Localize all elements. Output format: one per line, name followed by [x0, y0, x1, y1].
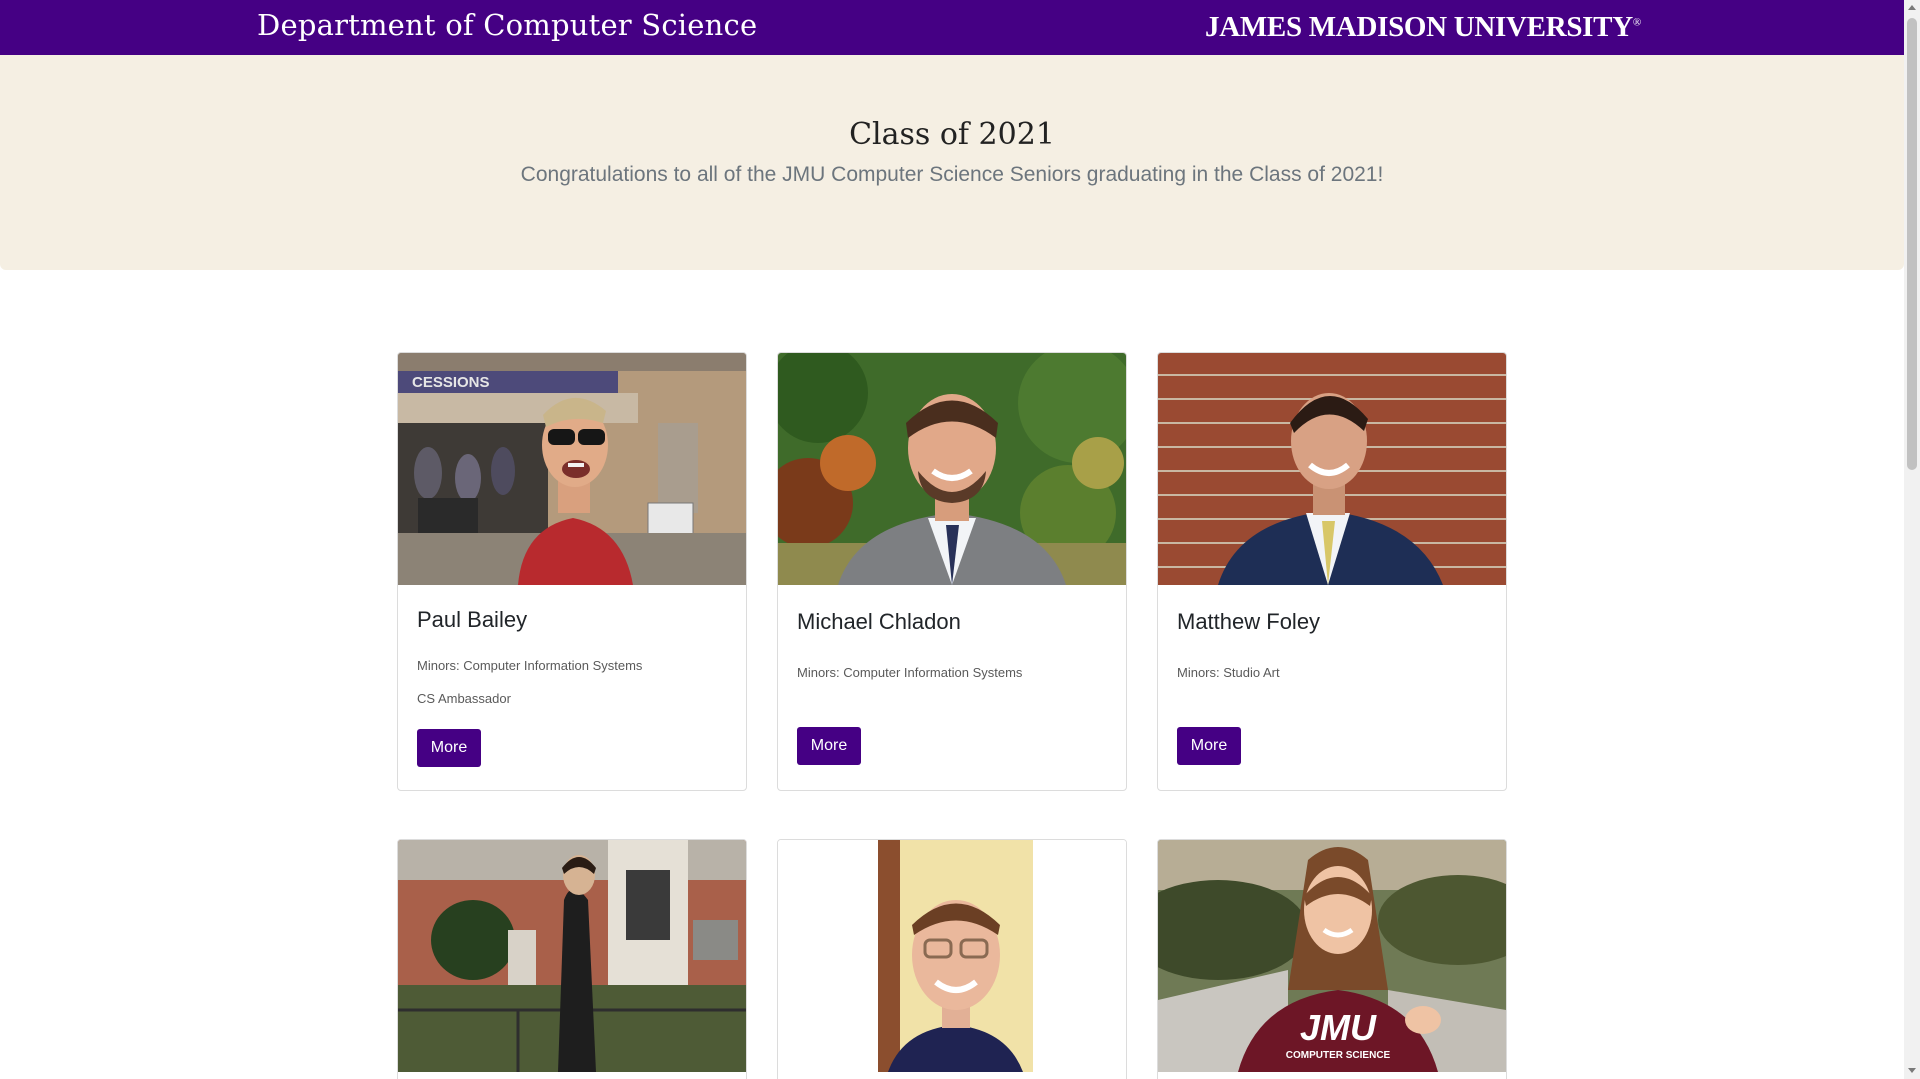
scrollbar-thumb[interactable]: [1907, 18, 1917, 470]
student-card: CESSIONS Paul Bailey Minors: Computer In…: [397, 352, 747, 791]
page-subtitle: Congratulations to all of the JMU Comput…: [520, 163, 1384, 186]
student-photo: JMU COMPUTER SCIENCE: [1158, 840, 1506, 1072]
svg-text:COMPUTER SCIENCE: COMPUTER SCIENCE: [1286, 1050, 1391, 1061]
student-card: Matthew Foley Minors: Studio Art More: [1157, 352, 1507, 791]
student-name: Matthew Foley: [1177, 609, 1321, 634]
student-photo: CESSIONS: [398, 353, 746, 585]
top-header-bar: Department of Computer Science JAMES MAD…: [0, 0, 1904, 55]
student-role: CS Ambassador: [417, 691, 511, 706]
student-name: Paul Bailey: [417, 607, 528, 632]
svg-text:JMU: JMU: [1300, 1007, 1377, 1048]
student-photo: [1158, 353, 1506, 585]
registered-mark: ®: [1632, 16, 1641, 29]
page-scrollbar[interactable]: [1904, 0, 1920, 1079]
page-title: Class of 2021: [849, 117, 1055, 152]
student-minors: Minors: Computer Information Systems: [797, 665, 1023, 680]
student-name: Michael Chladon: [797, 609, 961, 634]
jmu-logo[interactable]: JAMES MADISON UNIVERSITY®: [1205, 11, 1641, 44]
student-minors: Minors: Computer Information Systems: [417, 658, 643, 673]
jmu-logo-text: JAMES MADISON UNIVERSITY: [1205, 11, 1633, 43]
scroll-up-arrow-icon[interactable]: [1908, 5, 1916, 10]
svg-text:CESSIONS: CESSIONS: [412, 374, 490, 391]
student-photo: [778, 840, 1126, 1072]
student-card: JMU COMPUTER SCIENCE: [1157, 839, 1507, 1079]
hero-banner: Class of 2021 Congratulations to all of …: [0, 55, 1904, 270]
student-card: [397, 839, 747, 1079]
student-photo: [398, 840, 746, 1072]
student-card: Michael Chladon Minors: Computer Informa…: [777, 352, 1127, 791]
department-title[interactable]: Department of Computer Science: [257, 8, 757, 42]
student-photo: [778, 353, 1126, 585]
student-card: [777, 839, 1127, 1079]
scroll-down-arrow-icon[interactable]: [1908, 1068, 1916, 1073]
more-button[interactable]: More: [797, 727, 861, 765]
more-button[interactable]: More: [417, 729, 481, 767]
student-minors: Minors: Studio Art: [1177, 665, 1280, 680]
more-button[interactable]: More: [1177, 727, 1241, 765]
